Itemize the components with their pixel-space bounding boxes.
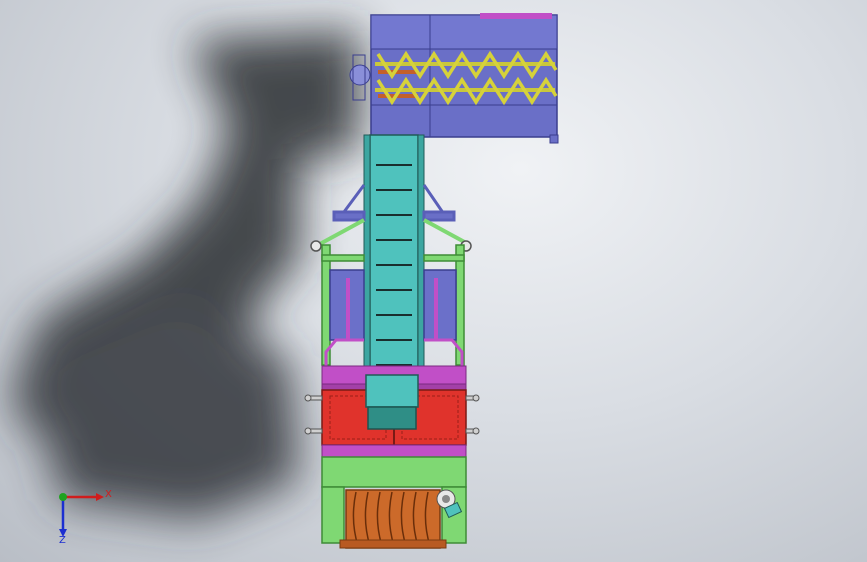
y-axis-dot bbox=[59, 493, 67, 501]
auger-hopper[interactable] bbox=[349, 13, 559, 144]
discharge-chute[interactable] bbox=[365, 374, 419, 430]
hopper-foot bbox=[549, 134, 559, 144]
orientation-triad: X Z bbox=[59, 489, 112, 545]
hopper-top-bar bbox=[480, 13, 552, 19]
elevator-conveyor[interactable] bbox=[363, 134, 425, 376]
cad-viewport[interactable]: X Z bbox=[0, 0, 867, 562]
machine-model-view[interactable] bbox=[0, 0, 867, 562]
x-axis-label: X bbox=[105, 489, 112, 500]
z-axis-label: Z bbox=[59, 535, 66, 545]
bale-roller[interactable] bbox=[339, 489, 447, 549]
model-shadow bbox=[10, 30, 360, 520]
